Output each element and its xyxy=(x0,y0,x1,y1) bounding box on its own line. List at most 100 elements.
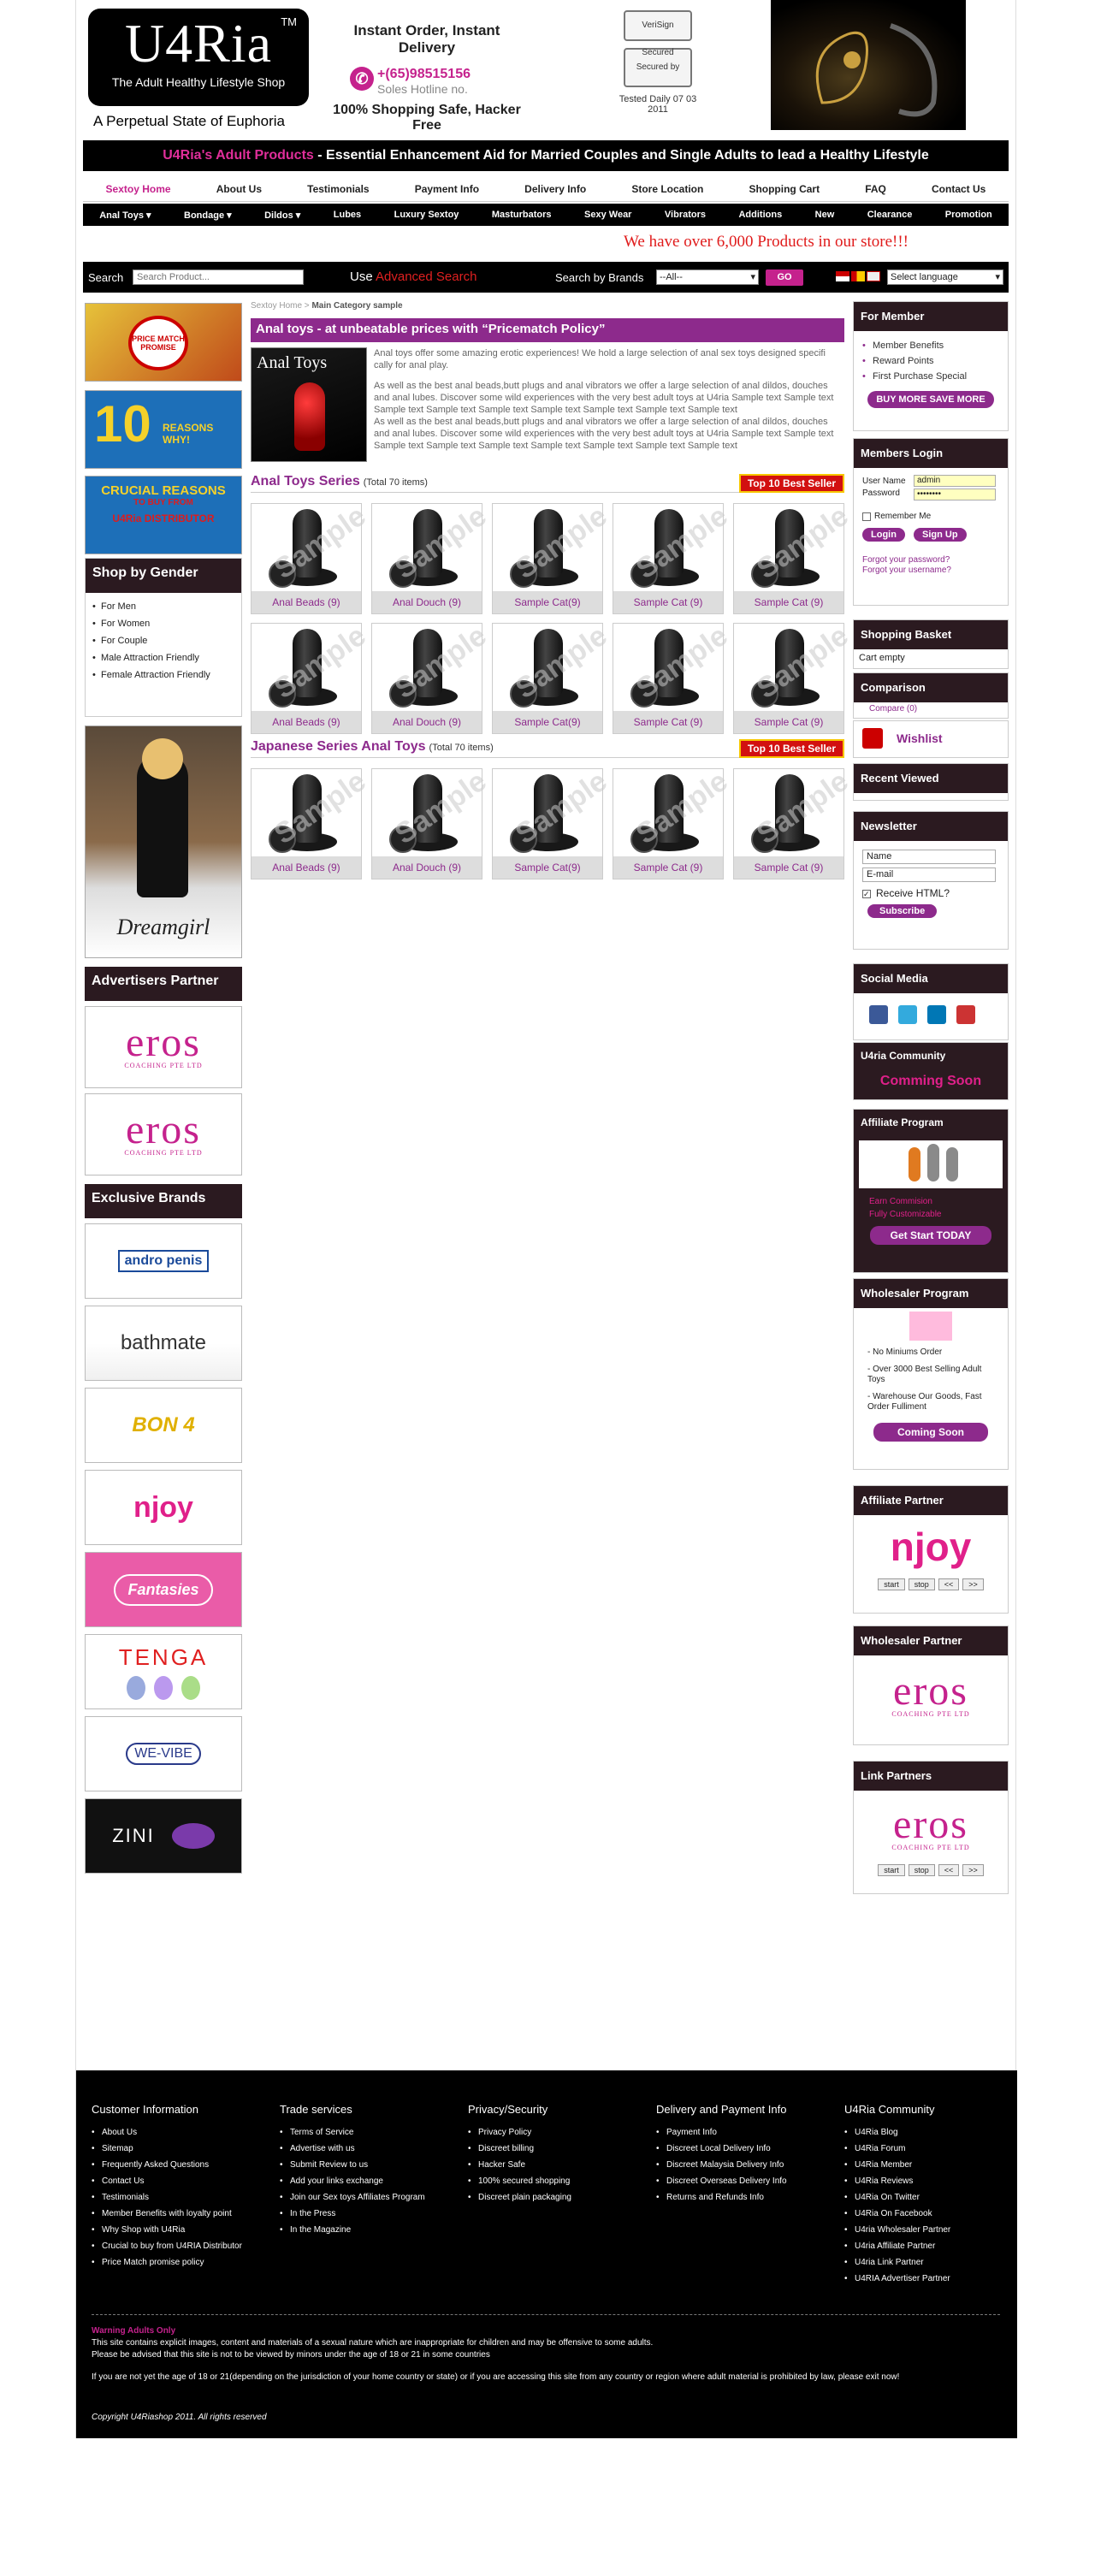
carousel-prev-button[interactable]: << xyxy=(938,1578,960,1590)
product-caption[interactable]: Anal Beads (9) xyxy=(252,591,361,613)
ten-reasons-banner[interactable]: 10 REASONS WHY! xyxy=(85,390,242,469)
product-card[interactable]: Sample Sample Cat (9) xyxy=(733,765,855,879)
flag-cn-icon[interactable] xyxy=(851,271,865,281)
footer-link[interactable]: In the Press xyxy=(280,2206,451,2222)
linkedin-icon[interactable] xyxy=(927,1005,946,1024)
product-card[interactable]: Sample Anal Beads (9) xyxy=(251,765,372,879)
product-card[interactable]: Sample Anal Douch (9) xyxy=(371,500,493,614)
product-caption[interactable]: Sample Cat (9) xyxy=(734,856,843,879)
wishlist-box[interactable]: Wishlist xyxy=(853,720,1009,758)
footer-link[interactable]: Discreet Local Delivery Info xyxy=(656,2141,827,2157)
product-card[interactable]: Sample Sample Cat(9) xyxy=(492,765,613,879)
product-card[interactable]: Sample Sample Cat (9) xyxy=(733,500,855,614)
footer-link[interactable]: U4ria Link Partner xyxy=(844,2254,1015,2271)
gender-for-couple[interactable]: For Couple xyxy=(92,632,234,649)
member-benefits-link[interactable]: Member Benefits xyxy=(862,338,999,353)
nav-faq[interactable]: FAQ xyxy=(865,183,886,195)
signup-button[interactable]: Sign Up xyxy=(914,528,967,542)
footer-link[interactable]: Discreet Overseas Delivery Info xyxy=(656,2173,827,2189)
product-card[interactable]: Sample Anal Douch (9) xyxy=(371,619,493,734)
footer-link[interactable]: U4ria Wholesaler Partner xyxy=(844,2222,1015,2238)
nav-payment-info[interactable]: Payment Info xyxy=(415,183,479,195)
product-card[interactable]: Sample Sample Cat (9) xyxy=(613,619,734,734)
top10-button[interactable]: Top 10 Best Seller xyxy=(738,474,844,493)
footer-link[interactable]: U4Ria Reviews xyxy=(844,2173,1015,2189)
brand-njoy[interactable]: njoy xyxy=(85,1470,242,1545)
top10-button[interactable]: Top 10 Best Seller xyxy=(738,739,844,758)
cat-additions[interactable]: Additions xyxy=(738,210,782,220)
username-field[interactable]: admin xyxy=(914,475,996,487)
footer-link[interactable]: Crucial to buy from U4RIA Distributor xyxy=(92,2238,263,2254)
product-card[interactable]: Sample Anal Beads (9) xyxy=(251,500,372,614)
footer-link[interactable]: Advertise with us xyxy=(280,2141,451,2157)
footer-link[interactable]: In the Magazine xyxy=(280,2222,451,2238)
cat-promotion[interactable]: Promotion xyxy=(945,210,992,220)
footer-link[interactable]: U4ria Affiliate Partner xyxy=(844,2238,1015,2254)
product-caption[interactable]: Sample Cat (9) xyxy=(613,591,723,613)
product-card[interactable]: Sample Sample Cat (9) xyxy=(733,619,855,734)
forgot-password-link[interactable]: Forgot your password? xyxy=(862,555,950,565)
product-caption[interactable]: Sample Cat(9) xyxy=(493,856,602,879)
advanced-search-link[interactable]: Advanced Search xyxy=(376,269,476,284)
eros-logo[interactable]: eros COACHING PTE LTD xyxy=(854,1804,1008,1852)
product-card[interactable]: Sample Anal Douch (9) xyxy=(371,765,493,879)
subscribe-button[interactable]: Subscribe xyxy=(867,904,938,918)
footer-link[interactable]: Sitemap xyxy=(92,2141,263,2157)
gender-for-women[interactable]: For Women xyxy=(92,615,234,632)
footer-link[interactable]: Add your links exchange xyxy=(280,2173,451,2189)
reward-points-link[interactable]: Reward Points xyxy=(862,353,999,369)
nav-shopping-cart[interactable]: Shopping Cart xyxy=(749,183,820,195)
product-card[interactable]: Sample Sample Cat (9) xyxy=(613,500,734,614)
footer-link[interactable]: Terms of Service xyxy=(280,2124,451,2141)
cat-bondage[interactable]: Bondage ▾ xyxy=(184,210,232,221)
secured-badge[interactable]: Secured by xyxy=(624,48,692,87)
footer-link[interactable]: Discreet Malaysia Delivery Info xyxy=(656,2157,827,2173)
footer-link[interactable]: Frequently Asked Questions xyxy=(92,2157,263,2173)
footer-link[interactable]: Contact Us xyxy=(92,2173,263,2189)
product-card[interactable]: Sample Sample Cat (9) xyxy=(613,765,734,879)
gender-male-attraction[interactable]: Male Attraction Friendly xyxy=(92,649,234,666)
youtube-icon[interactable] xyxy=(956,1005,975,1024)
product-card[interactable]: Sample Sample Cat(9) xyxy=(492,619,613,734)
product-caption[interactable]: Anal Douch (9) xyxy=(372,591,482,613)
footer-link[interactable]: U4Ria Blog xyxy=(844,2124,1015,2141)
brand-bon4[interactable]: BON 4 xyxy=(85,1388,242,1463)
crucial-reasons-banner[interactable]: CRUCIAL REASONS TO BUY FROM U4Ria DISTRI… xyxy=(85,476,242,554)
carousel-start-button[interactable]: start xyxy=(878,1864,905,1876)
cat-new[interactable]: New xyxy=(815,210,835,220)
flag-jp-icon[interactable] xyxy=(867,271,880,281)
buy-more-save-more-button[interactable]: BUY MORE SAVE MORE xyxy=(867,391,994,408)
gender-female-attraction[interactable]: Female Attraction Friendly xyxy=(92,666,234,684)
gender-for-men[interactable]: For Men xyxy=(92,598,234,615)
cat-masturbators[interactable]: Masturbators xyxy=(492,210,552,220)
language-select[interactable]: Select language ▾ xyxy=(887,269,1003,285)
footer-link[interactable]: U4Ria On Twitter xyxy=(844,2189,1015,2206)
password-field[interactable]: •••••••• xyxy=(914,489,996,500)
cat-clearance[interactable]: Clearance xyxy=(867,210,913,220)
newsletter-name-field[interactable]: Name xyxy=(862,850,996,864)
footer-link[interactable]: Testimonials xyxy=(92,2189,263,2206)
remember-me-checkbox[interactable] xyxy=(862,512,871,521)
carousel-stop-button[interactable]: stop xyxy=(908,1578,935,1590)
brand-we-vibe[interactable]: WE-VIBE xyxy=(85,1716,242,1791)
nav-sextoy-home[interactable]: Sextoy Home xyxy=(106,183,171,195)
cat-dildos[interactable]: Dildos ▾ xyxy=(264,210,300,221)
carousel-stop-button[interactable]: stop xyxy=(908,1864,935,1876)
cat-vibrators[interactable]: Vibrators xyxy=(665,210,706,220)
cat-sexy-wear[interactable]: Sexy Wear xyxy=(584,210,631,220)
footer-link[interactable]: Discreet billing xyxy=(468,2141,639,2157)
flag-sg-icon[interactable] xyxy=(836,271,849,281)
receive-html-checkbox[interactable]: ✓ xyxy=(862,890,871,898)
footer-link[interactable]: U4Ria Member xyxy=(844,2157,1015,2173)
wholesaler-coming-soon-button[interactable]: Coming Soon xyxy=(873,1423,988,1442)
product-caption[interactable]: Anal Beads (9) xyxy=(252,856,361,879)
footer-link[interactable]: About Us xyxy=(92,2124,263,2141)
footer-link[interactable]: Price Match promise policy xyxy=(92,2254,263,2271)
product-caption[interactable]: Sample Cat (9) xyxy=(734,711,843,733)
product-caption[interactable]: Sample Cat(9) xyxy=(493,591,602,613)
eros-partner-1[interactable]: eros COACHING PTE LTD xyxy=(85,1006,242,1088)
dreamgirl-banner[interactable]: Dreamgirl xyxy=(85,725,242,958)
brand-bathmate[interactable]: bathmate xyxy=(85,1306,242,1381)
login-button[interactable]: Login xyxy=(862,528,905,542)
cat-anal-toys[interactable]: Anal Toys ▾ xyxy=(99,210,151,221)
